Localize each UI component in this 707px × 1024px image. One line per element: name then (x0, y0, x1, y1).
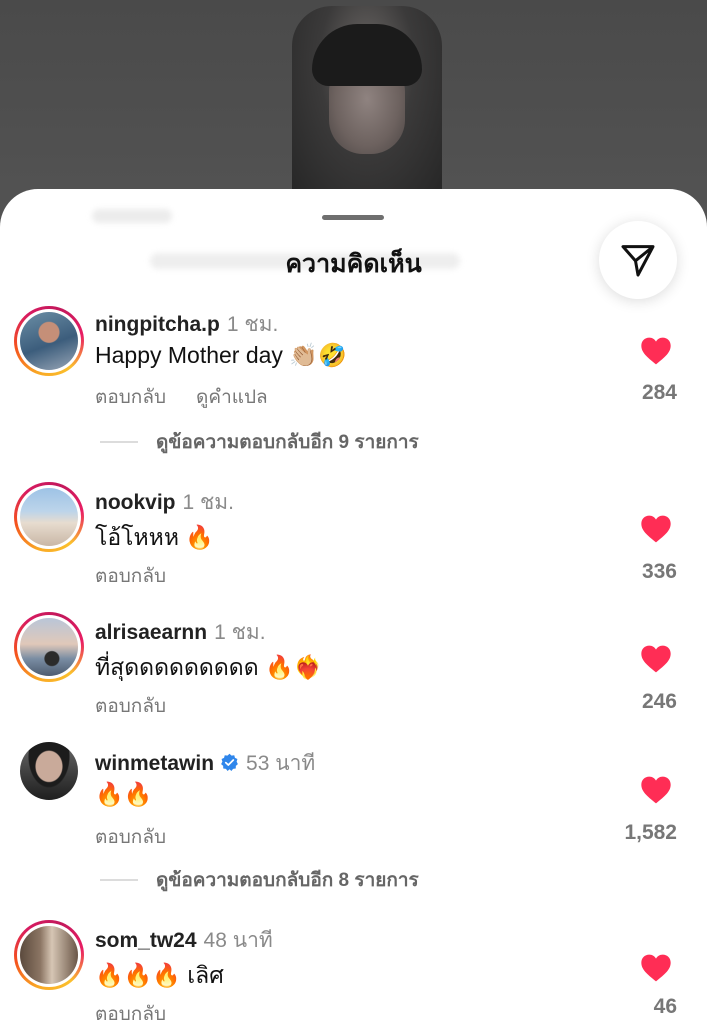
verified-badge-icon (221, 753, 238, 772)
comment-text: 🔥🔥 (95, 781, 153, 807)
comment-time: 1 ชม. (182, 491, 234, 514)
avatar-story-ring[interactable] (14, 306, 84, 376)
translate-button[interactable]: ดูคำแปล (196, 387, 268, 408)
comment-time: 48 นาที (203, 929, 273, 952)
avatar-story-ring[interactable] (14, 612, 84, 682)
comment-username[interactable]: ningpitcha.p (95, 313, 220, 336)
comment-item: ningpitcha.p 1 ชม. Happy Mother day 👏🏼🤣 ต… (0, 299, 707, 419)
avatar (20, 488, 78, 546)
reply-button[interactable]: ตอบกลับ (95, 827, 166, 848)
view-replies-label: ดูข้อความตอบกลับอีก 8 รายการ (156, 870, 419, 891)
comment-username[interactable]: nookvip (95, 491, 176, 514)
avatar-story-ring[interactable] (14, 920, 84, 990)
heart-icon[interactable] (640, 644, 672, 674)
comment-text: โอ้โหหห 🔥 (95, 524, 215, 550)
avatar-image (20, 742, 78, 800)
like-count: 246 (641, 690, 677, 713)
divider (100, 879, 138, 881)
blurred-underlay-text (92, 209, 172, 223)
heart-icon[interactable] (640, 514, 672, 544)
video-frame-person (292, 6, 442, 196)
like-count: 1,582 (624, 821, 677, 844)
comment-item: alrisaearnn 1 ชม. ที่สุดดดดดดดดด 🔥❤️‍🔥 ตอ… (0, 607, 707, 727)
view-replies-button[interactable]: ดูข้อความตอบกลับอีก 9 รายการ (100, 427, 419, 457)
send-icon (621, 245, 655, 277)
person-hair (312, 24, 422, 86)
comment-text: Happy Mother day 👏🏼🤣 (95, 342, 347, 368)
comment-text: ที่สุดดดดดดดดด 🔥❤️‍🔥 (95, 654, 323, 680)
reply-button[interactable]: ตอบกลับ (95, 1004, 166, 1024)
avatar[interactable] (20, 742, 78, 800)
heart-icon[interactable] (640, 775, 672, 805)
avatar (20, 926, 78, 984)
divider (100, 441, 138, 443)
comment-time: 53 นาที (246, 752, 316, 775)
view-replies-button[interactable]: ดูข้อความตอบกลับอีก 8 รายการ (100, 865, 419, 895)
comments-sheet: ความคิดเห็น ningpitcha.p 1 ชม. Happy Moth… (0, 189, 707, 1024)
comment-text: 🔥🔥🔥 เลิศ (95, 962, 224, 988)
reply-button[interactable]: ตอบกลับ (95, 696, 166, 717)
comment-username[interactable]: som_tw24 (95, 929, 197, 952)
comment-time: 1 ชม. (226, 313, 279, 336)
view-replies-label: ดูข้อความตอบกลับอีก 9 รายการ (156, 432, 419, 453)
heart-icon[interactable] (640, 336, 672, 366)
like-count: 336 (641, 560, 677, 583)
comment-item: som_tw24 48 นาที 🔥🔥🔥 เลิศ ตอบกลับ 46 (0, 915, 707, 1024)
comment-username[interactable]: alrisaearnn (95, 621, 207, 644)
share-button[interactable] (599, 221, 677, 299)
like-count: 46 (653, 995, 677, 1018)
avatar-story-ring[interactable] (14, 482, 84, 552)
avatar (20, 312, 78, 370)
comment-username[interactable]: winmetawin (95, 752, 214, 775)
heart-icon[interactable] (640, 953, 672, 983)
comment-item: winmetawin 53 นาที 🔥🔥 ตอบกลับ 1,582 (0, 738, 707, 858)
reply-button[interactable]: ตอบกลับ (95, 566, 166, 587)
comment-time: 1 ชม. (214, 621, 266, 644)
like-count: 284 (641, 381, 677, 404)
sheet-grabber[interactable] (322, 215, 384, 220)
comment-item: nookvip 1 ชม. โอ้โหหห 🔥 ตอบกลับ 336 (0, 477, 707, 597)
reply-button[interactable]: ตอบกลับ (95, 387, 166, 408)
avatar (20, 618, 78, 676)
